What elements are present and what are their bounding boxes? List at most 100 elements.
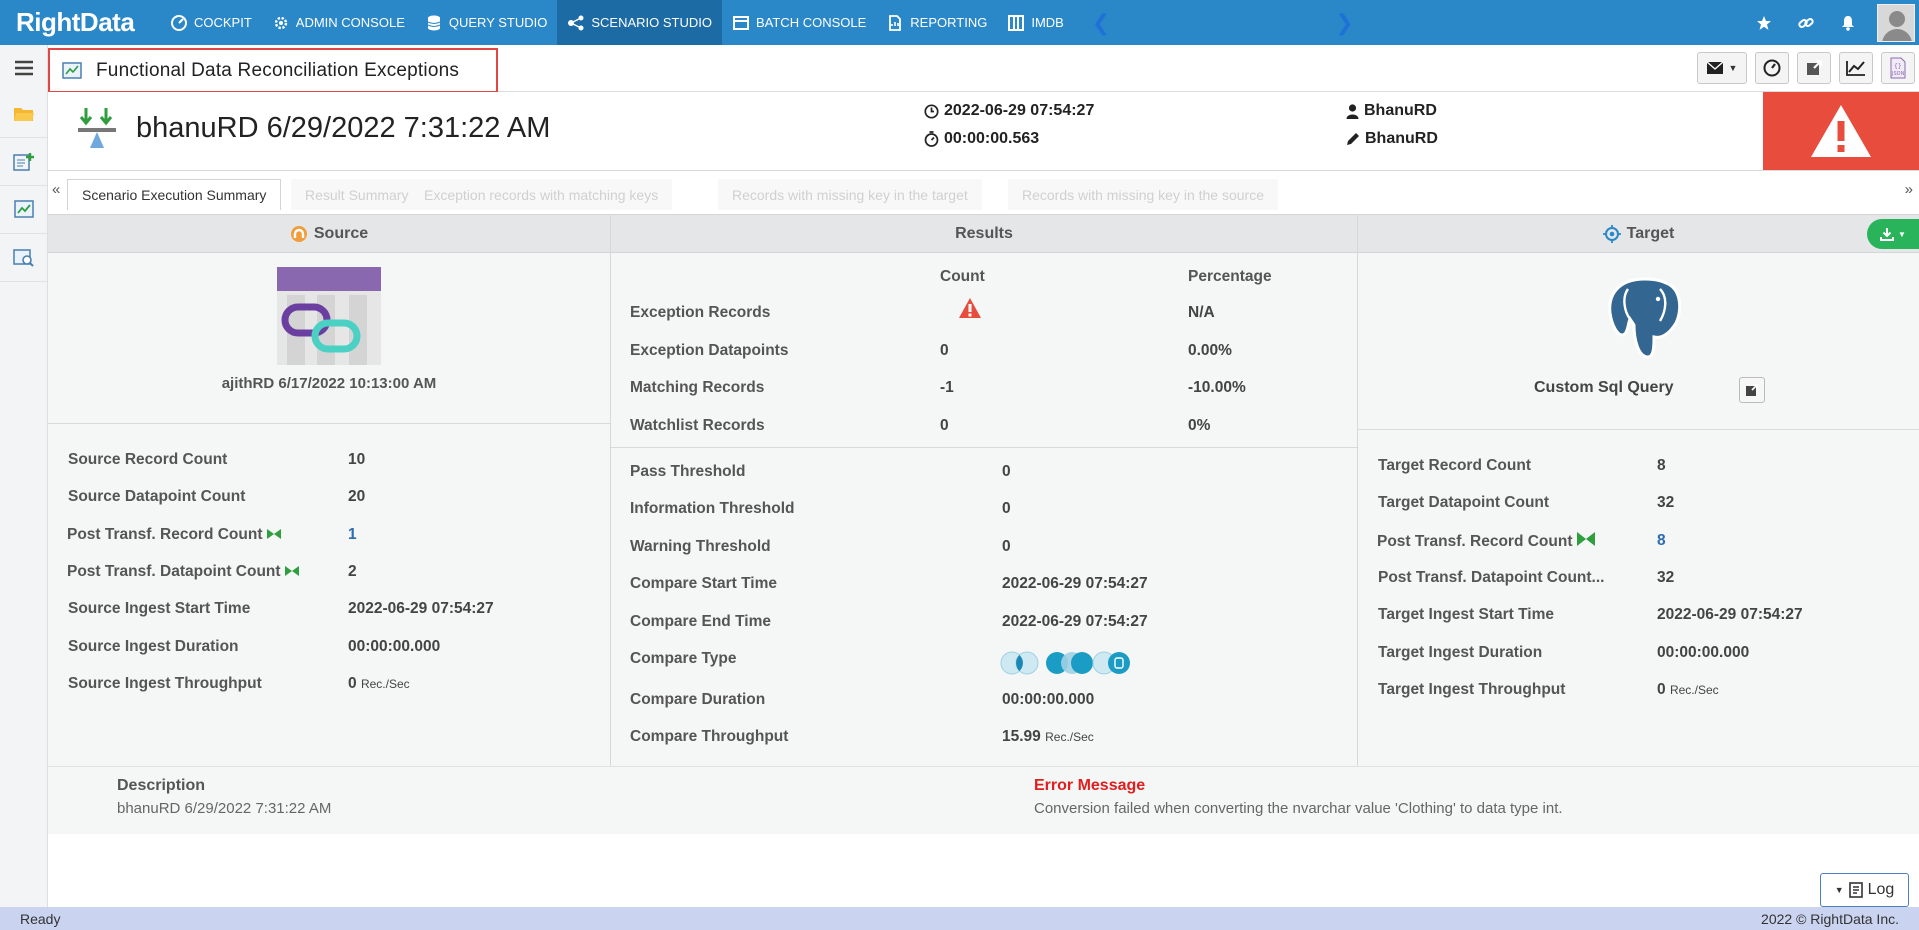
json-button[interactable]: JSON{} [1881,52,1915,84]
results-row-label: Exception Records [630,304,771,321]
tab-exception-records[interactable]: Exception records with matching keys [410,179,673,210]
settings-search-icon[interactable] [0,234,47,282]
target-stat-label: Target Record Count [1378,457,1531,474]
execution-name: bhanuRD 6/29/2022 7:31:22 AM [136,112,551,144]
source-stat-label: Source Record Count [68,451,228,468]
link-icon[interactable] [1785,14,1827,32]
download-icon [1880,228,1895,241]
log-icon [1848,882,1863,898]
chart-button[interactable] [1839,52,1873,84]
nav-batch-console[interactable]: BATCH CONSOLE [722,0,876,45]
description-label: Description [117,777,206,794]
source-panel: Source ajithRD 6/17/2022 10:13:00 AM Sou… [48,215,610,767]
nav-scroll-right-icon[interactable]: ❯ [1325,10,1363,36]
source-stat-value: 10 [348,451,366,468]
copyright-text: 2022 © RightData Inc. [1761,910,1899,927]
page-title-box: Functional Data Reconciliation Exception… [48,48,498,93]
target-throughput-value: 0 [1657,681,1666,698]
source-stat-post-datapoint: Post Transf. Datapoint Count [67,563,299,581]
add-scenario-icon[interactable] [0,138,47,186]
description-row: Description bhanuRD 6/29/2022 7:31:22 AM… [48,766,1919,834]
tab-label: Result Summary [305,186,409,203]
download-button[interactable]: ▼ [1867,219,1919,249]
nav-label: ADMIN CONSOLE [295,15,405,30]
nav-cockpit[interactable]: COCKPIT [160,0,262,45]
log-button[interactable]: ▼ Log [1820,873,1909,907]
results-row-count: 0 [940,342,949,359]
target-stat-value: 8 [1657,457,1666,474]
status-text: Ready [20,910,61,927]
source-throughput-value: 0 [348,675,357,692]
speed-button[interactable] [1755,52,1789,84]
tab-result-summary[interactable]: Result Summary [291,179,423,210]
unit-label: Rec./Sec [1669,683,1719,697]
results-detail-label: Compare Type [630,650,737,667]
results-detail-label: Compare Duration [630,691,766,708]
target-panel: Target ▼ Custom Sql Query Target Record … [1358,215,1919,767]
email-button[interactable]: ▼ [1697,52,1747,84]
json-icon: JSON{} [1890,57,1906,79]
stopwatch-icon [924,131,939,147]
warning-icon [1811,105,1871,157]
nav-scenario-studio[interactable]: SCENARIO STUDIO [557,0,722,45]
exception-warning-icon[interactable] [958,297,982,322]
rightdata-logo[interactable]: RightData [0,0,160,45]
hamburger-menu-icon[interactable] [0,45,47,90]
target-stat-label: Target Datapoint Count [1378,494,1550,511]
svg-text:{}: {} [1894,63,1902,70]
target-stat-value: 32 [1657,569,1675,586]
source-stat-post-record: Post Transf. Record Count [67,526,281,544]
target-post-record-link[interactable]: 8 [1657,532,1666,550]
nav-label: COCKPIT [194,15,252,30]
tab-label: Records with missing key in the source [1022,186,1264,203]
tab-scenario-execution-summary[interactable]: Scenario Execution Summary [67,179,282,210]
unit-label: Rec./Sec [360,677,410,691]
summary-panels: Source ajithRD 6/17/2022 10:13:00 AM Sou… [48,214,1919,767]
execution-start: 2022-06-29 07:54:27 [924,102,1094,120]
bowtie-icon [1576,532,1595,546]
tabs-bar: « Scenario Execution Summary Result Summ… [48,171,1919,214]
email-icon [1706,62,1723,74]
nav-scroll-left-icon[interactable]: ❮ [1082,10,1120,36]
tabs-scroll-left-icon[interactable]: « [52,181,60,198]
source-stat-label: Post Transf. Record Count [67,526,263,543]
log-button-label: Log [1867,881,1895,898]
chevron-down-icon: ▼ [1728,63,1738,73]
target-name: Custom Sql Query [1534,379,1674,396]
nav-query-studio[interactable]: QUERY STUDIO [415,0,557,45]
target-stat-label: Post Transf. Datapoint Count... [1378,569,1605,586]
divider [48,423,610,424]
avatar[interactable] [1877,3,1915,42]
results-detail-value: 0 [1002,538,1011,555]
chain-link-icon [277,267,381,368]
open-query-button[interactable] [1739,377,1765,403]
error-message-text: Conversion failed when converting the nv… [1034,800,1563,817]
nav-reporting[interactable]: REPORTING [876,0,997,45]
compare-type-icon [1000,648,1136,681]
tab-missing-key-source[interactable]: Records with missing key in the source [1008,179,1278,210]
tabs-scroll-right-icon[interactable]: » [1905,181,1913,198]
source-stat-label: Source Ingest Start Time [68,600,251,617]
nav-admin-console[interactable]: ADMIN CONSOLE [262,0,415,45]
results-detail-label: Compare End Time [630,613,771,630]
target-stat-label: Target Ingest Duration [1378,644,1543,661]
results-detail-value: 2022-06-29 07:54:27 [1002,575,1148,592]
clock-icon [924,103,939,119]
source-post-record-link[interactable]: 1 [348,526,357,544]
nav-imdb[interactable]: IMDB [997,0,1074,45]
results-heading: Results [955,224,1013,242]
execution-duration-value: 00:00:00.563 [944,130,1040,147]
database-icon [427,15,441,30]
open-external-button[interactable] [1797,52,1831,84]
star-icon[interactable] [1743,15,1785,31]
source-throughput: 0 Rec./Sec [348,675,410,693]
results-row-percent: 0.00% [1188,342,1232,359]
report-view-icon[interactable] [0,186,47,234]
tab-missing-key-target[interactable]: Records with missing key in the target [718,179,982,210]
batch-icon [732,15,749,30]
report-view-icon [62,61,82,79]
bell-icon[interactable] [1827,15,1869,31]
folder-icon[interactable] [0,90,47,138]
source-stat-label: Source Ingest Duration [68,638,239,655]
gear-icon [274,16,287,29]
